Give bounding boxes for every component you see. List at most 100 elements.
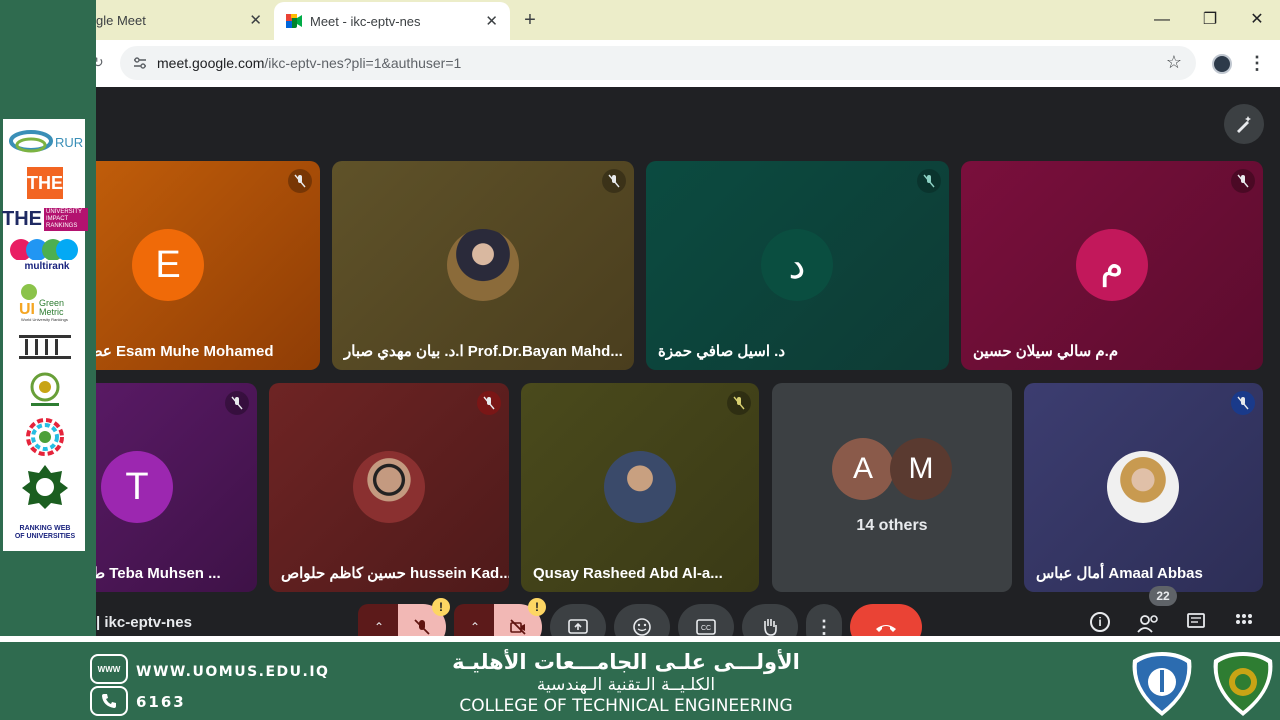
reload-icon[interactable]: ↻ — [96, 54, 104, 72]
more-options-button[interactable]: ⋮ — [806, 604, 842, 636]
greenmetric-logo: UI Green Metric World University Ranking… — [7, 282, 83, 322]
participant-name: حسين كاظم حلواص hussein Kad... — [281, 565, 509, 582]
others-avatar: A — [832, 438, 894, 500]
participant-name: م.م سالي سيلان حسين — [973, 343, 1119, 360]
banner-arabic-line-1: الأولـــى علـى الجامـــعات الأهليـة — [452, 650, 800, 674]
site-settings-icon[interactable] — [132, 55, 148, 76]
reactions-button[interactable] — [614, 604, 670, 636]
participant-photo — [353, 451, 425, 523]
audio-options-button[interactable]: ⌃ — [358, 604, 400, 636]
muted-mic-icon — [917, 169, 941, 193]
sdg-logo — [7, 417, 83, 457]
close-window-icon[interactable]: ✕ — [1245, 8, 1269, 32]
url-text: meet.google.com/ikc-eptv-nes?pli=1&authu… — [157, 55, 462, 71]
participant-photo — [447, 229, 519, 301]
browser-toolbar: ↻ meet.google.com/ikc-eptv-nes?pli=1&aut… — [96, 40, 1280, 87]
muted-mic-icon — [288, 169, 312, 193]
camera-off-icon — [510, 619, 526, 635]
multirank-logo: multirank — [7, 236, 83, 272]
phone-icon — [90, 686, 128, 716]
participant-avatar: د — [761, 229, 833, 301]
meeting-info-icon[interactable]: i — [1090, 612, 1110, 632]
participant-tile[interactable]: د د. اسيل صافي حمزة — [646, 161, 949, 370]
participant-name: Qusay Rasheed Abd Al-a... — [533, 565, 723, 582]
participant-name: د. اسيل صافي حمزة — [658, 343, 786, 360]
participant-tile[interactable]: حسين كاظم حلواص hussein Kad... — [269, 383, 509, 592]
tab-label: Meet - ikc-eptv-nes — [310, 13, 421, 29]
others-tile[interactable]: A M 14 others — [772, 383, 1012, 592]
phone-text: 6163 — [136, 693, 186, 711]
rankings-logo-panel: RUR THE THE UNIVERSITY IMPACT RANKINGS m… — [2, 119, 88, 551]
video-options-button[interactable]: ⌃ — [454, 604, 496, 636]
chat-icon[interactable] — [1186, 612, 1206, 632]
banner-arabic-line-2: الكلـيــة الـتقنية الـهندسية — [536, 675, 716, 695]
hand-icon — [764, 619, 777, 636]
meet-control-bar: | ikc-eptv-nes ⌃ ! ⌃ ! CC ⋮ i 22 — [96, 586, 1280, 636]
raise-hand-button[interactable] — [742, 604, 798, 636]
university-crest-blue — [1132, 652, 1192, 716]
close-tab-icon[interactable]: ✕ — [485, 12, 498, 30]
webometrics-logo: RANKING WEB OF UNIVERSITIES — [14, 525, 76, 540]
profile-avatar[interactable] — [1212, 54, 1232, 74]
the-impact-logo: THE UNIVERSITY IMPACT RANKINGS — [2, 207, 88, 231]
browser-window: gle Meet ✕ Meet - ikc-eptv-nes ✕ + — ❐ ✕… — [96, 0, 1280, 636]
participant-name: طيبة Teba Muhsen ... — [96, 565, 221, 582]
tab-label: gle Meet — [96, 12, 146, 28]
captions-button[interactable]: CC — [678, 604, 734, 636]
activities-icon[interactable] — [1234, 612, 1254, 632]
close-tab-icon[interactable]: ✕ — [249, 11, 262, 29]
banner-english-line: COLLEGE OF TECHNICAL ENGINEERING — [459, 696, 793, 716]
muted-mic-icon — [602, 169, 626, 193]
muted-mic-icon — [477, 391, 501, 415]
participant-tile[interactable]: T طيبة Teba Muhsen ... — [96, 383, 257, 592]
participant-name: عصام Esam Muhe Mohamed — [96, 343, 274, 360]
captions-icon: CC — [696, 619, 716, 635]
mic-off-icon — [414, 619, 430, 635]
host-tools-button[interactable] — [1224, 104, 1264, 144]
muted-mic-icon — [225, 391, 249, 415]
people-icon — [1137, 615, 1158, 633]
participant-tile[interactable]: ا.د. بيان مهدي صبار Prof.Dr.Bayan Mahd..… — [332, 161, 634, 370]
arab-engineers-logo — [7, 463, 83, 509]
address-bar[interactable]: meet.google.com/ikc-eptv-nes?pli=1&authu… — [120, 46, 1196, 80]
participant-avatar: T — [101, 451, 173, 523]
participant-count-badge: 22 — [1149, 586, 1177, 606]
university-crest-green — [1213, 652, 1273, 716]
participant-tile[interactable]: E عصام Esam Muhe Mohamed — [96, 161, 320, 370]
minimize-icon[interactable]: — — [1150, 8, 1174, 32]
participant-name: أمال عباس Amaal Abbas — [1036, 565, 1203, 582]
website-text: WWW.UOMUS.EDU.IQ — [136, 664, 330, 680]
participant-photo — [1107, 451, 1179, 523]
people-button[interactable] — [1136, 612, 1162, 634]
restore-icon[interactable]: ❐ — [1198, 8, 1222, 32]
muted-mic-icon — [1231, 391, 1255, 415]
columns-logo — [7, 331, 83, 361]
tab-google-meet[interactable]: gle Meet ✕ — [96, 0, 274, 40]
meet-favicon-icon — [286, 14, 302, 28]
svg-text:Metric: Metric — [39, 307, 64, 317]
svg-text:RUR: RUR — [55, 135, 83, 150]
meet-stage: E عصام Esam Muhe Mohamed ا.د. بيان مهدي … — [96, 87, 1280, 636]
emoji-icon — [633, 618, 651, 636]
bookmark-star-icon[interactable]: ☆ — [1166, 52, 1182, 73]
new-tab-button[interactable]: + — [518, 8, 542, 32]
participant-tile[interactable]: Qusay Rasheed Abd Al-a... — [521, 383, 759, 592]
the-logo: THE — [7, 167, 83, 199]
participant-tile[interactable]: أمال عباس Amaal Abbas — [1024, 383, 1263, 592]
svg-text:multirank: multirank — [24, 261, 69, 272]
participant-tile[interactable]: م م.م سالي سيلان حسين — [961, 161, 1263, 370]
svg-text:UI: UI — [19, 301, 35, 318]
arab-rankings-logo — [7, 371, 83, 411]
leave-call-button[interactable] — [850, 604, 922, 636]
participant-avatar: م — [1076, 229, 1148, 301]
tab-meet-active[interactable]: Meet - ikc-eptv-nes ✕ — [274, 2, 510, 40]
hang-up-icon — [876, 625, 896, 632]
others-count-label: 14 others — [856, 517, 928, 534]
others-avatar: M — [890, 438, 952, 500]
www-icon: WWW — [90, 654, 128, 684]
mic-warning-icon: ! — [432, 598, 450, 616]
present-screen-button[interactable] — [550, 604, 606, 636]
browser-menu-icon[interactable]: ⋮ — [1248, 50, 1266, 76]
svg-text:World University Rankings: World University Rankings — [21, 317, 68, 322]
participant-avatar: E — [132, 229, 204, 301]
